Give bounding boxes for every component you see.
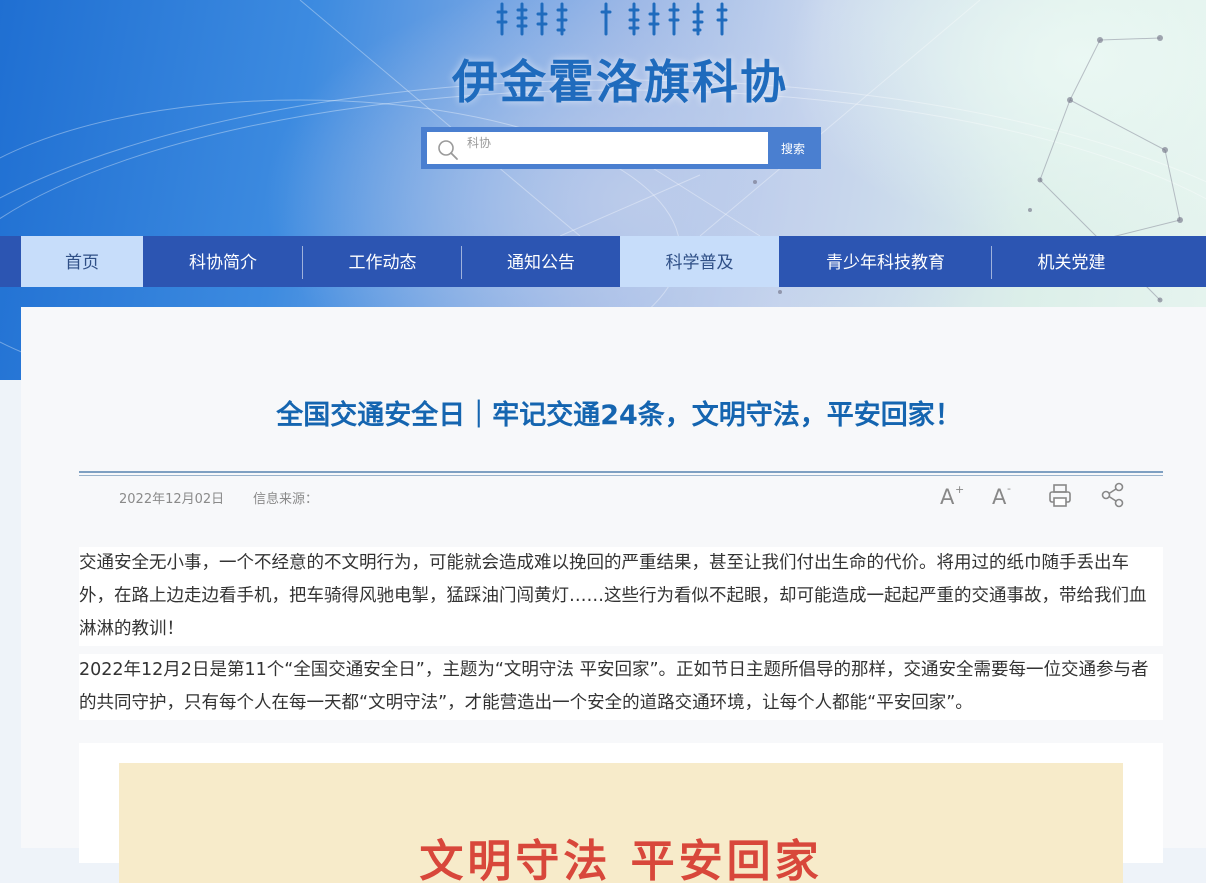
font-increase-icon[interactable]: A +: [937, 481, 965, 509]
svg-text:A: A: [992, 485, 1007, 509]
svg-text:+: +: [955, 483, 964, 496]
search-bar: 搜索: [421, 127, 821, 169]
article-container: 全国交通安全日｜牢记交通24条，文明守法，平安回家！ 2022年12月02日 信…: [21, 307, 1206, 883]
article-title: 全国交通安全日｜牢记交通24条，文明守法，平安回家！: [276, 400, 962, 431]
nav-item-label: 通知公告: [507, 253, 575, 273]
svg-text:-: -: [1007, 482, 1011, 495]
nav-item-label: 工作动态: [348, 253, 417, 273]
nav-item-party-building[interactable]: 机关党建: [992, 236, 1151, 287]
nav-items: 首页 科协简介 工作动态 通知公告 科学普及 青少年科技教育 机关党建: [21, 236, 1151, 287]
search-input[interactable]: [463, 132, 763, 164]
nav-item-label: 科协简介: [189, 253, 257, 273]
nav-item-label: 科学普及: [665, 253, 734, 273]
search-button[interactable]: 搜索: [770, 132, 816, 164]
share-icon[interactable]: [1099, 481, 1127, 509]
article-date: 2022年12月02日: [119, 492, 225, 507]
font-decrease-icon[interactable]: A -: [989, 481, 1017, 509]
article-image-frame: 文明守法 平安回家: [79, 743, 1163, 883]
article-paragraph: 交通安全无小事，一个不经意的不文明行为，可能就会造成难以挽回的严重结果，甚至让我…: [79, 547, 1163, 646]
nav-item-label: 首页: [65, 253, 99, 273]
title-divider-thin: [79, 475, 1163, 476]
svg-text:A: A: [940, 485, 955, 509]
nav-item-about[interactable]: 科协简介: [143, 236, 303, 287]
nav-item-youth-education[interactable]: 青少年科技教育: [779, 236, 992, 287]
nav-item-home[interactable]: 首页: [21, 236, 143, 287]
article-paragraph: 2022年12月2日是第11个“全国交通安全日”，主题为“文明守法 平安回家”。…: [79, 654, 1163, 720]
nav-item-label: 机关党建: [1037, 253, 1106, 273]
main-nav: 首页 科协简介 工作动态 通知公告 科学普及 青少年科技教育 机关党建: [0, 236, 1206, 287]
poster-headline: 文明守法 平安回家: [419, 836, 823, 883]
site-title: 伊金霍洛旗科协: [452, 55, 788, 109]
traffic-safety-poster-image: 文明守法 平安回家: [119, 763, 1123, 883]
nav-item-work-news[interactable]: 工作动态: [303, 236, 462, 287]
mongolian-script-title: [496, 2, 728, 36]
print-icon[interactable]: [1046, 481, 1074, 509]
search-icon: [438, 140, 458, 160]
nav-item-science-popularization[interactable]: 科学普及: [620, 236, 779, 287]
nav-item-label: 青少年科技教育: [826, 253, 945, 273]
article-source-label: 信息来源：: [253, 492, 319, 507]
search-field-wrapper: [427, 132, 768, 164]
title-divider: [79, 471, 1163, 473]
nav-item-notices[interactable]: 通知公告: [462, 236, 620, 287]
